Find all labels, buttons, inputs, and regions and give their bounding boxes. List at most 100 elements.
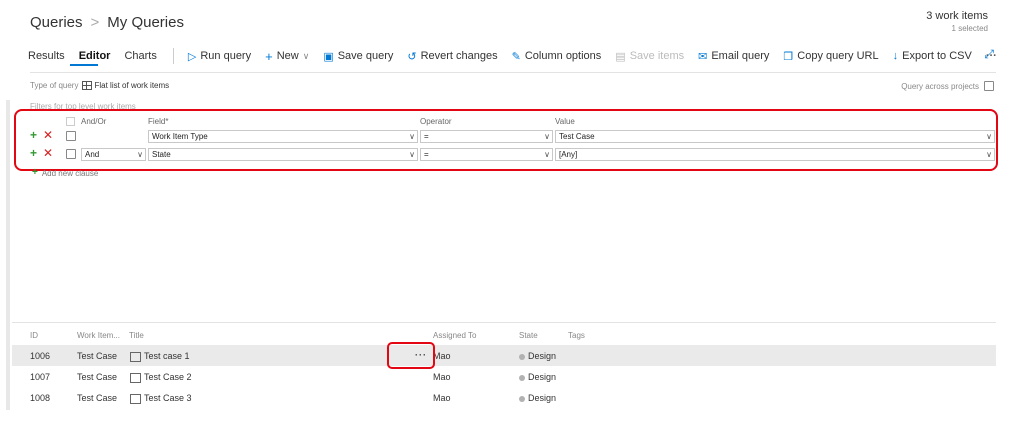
- email-query-label: Email query: [711, 50, 770, 62]
- copy-query-url-button[interactable]: ❐ Copy query URL: [783, 50, 878, 63]
- export-csv-button[interactable]: ↓ Export to CSV: [893, 50, 972, 62]
- tab-results[interactable]: Results: [28, 50, 65, 62]
- remove-clause-icon[interactable]: ✕: [43, 129, 53, 141]
- test-case-icon: [130, 393, 141, 404]
- row-title[interactable]: Test Case 3: [130, 393, 192, 404]
- breadcrumb-current[interactable]: My Queries: [107, 14, 184, 31]
- save-query-button[interactable]: ▣ Save query: [323, 50, 393, 63]
- save-query-label: Save query: [337, 50, 394, 62]
- table-row[interactable]: 1007 Test Case Test Case 2 Mao Design: [12, 366, 996, 387]
- query-type: Type of query Flat list of work items: [30, 81, 169, 90]
- tab-charts[interactable]: Charts: [124, 50, 156, 62]
- clause-2-field-value: State: [152, 150, 171, 159]
- clause-2-andor[interactable]: And ∨: [81, 148, 146, 161]
- breadcrumb-root[interactable]: Queries: [30, 14, 83, 31]
- chevron-down-icon: ∨: [302, 50, 310, 61]
- expand-icon[interactable]: ⤢: [984, 47, 994, 62]
- table-row[interactable]: 1008 Test Case Test Case 3 Mao Design: [12, 387, 996, 408]
- remove-clause-icon[interactable]: ✕: [43, 147, 53, 159]
- chevron-down-icon: ∨: [986, 132, 992, 141]
- query-type-selector[interactable]: Flat list of work items: [82, 81, 169, 90]
- query-type-label: Type of query: [30, 81, 79, 90]
- clause-2-operator[interactable]: = ∨: [420, 148, 553, 161]
- clause-2-value[interactable]: [Any] ∨: [555, 148, 995, 161]
- play-icon: ▷: [187, 50, 197, 63]
- save-items-button[interactable]: ▤ Save items: [615, 50, 684, 63]
- state-dot-icon: [519, 353, 525, 360]
- query-across-label: Query across projects: [901, 81, 979, 91]
- table-row[interactable]: 1006 Test Case Test case 1 ··· Mao Desig…: [12, 345, 996, 366]
- clause-1-field-value: Work Item Type: [152, 132, 208, 141]
- wrench-icon: ✎: [511, 50, 521, 63]
- chevron-down-icon: ∨: [409, 150, 415, 159]
- clause-2-field[interactable]: State ∨: [148, 148, 418, 161]
- export-csv-label: Export to CSV: [902, 50, 972, 62]
- col-header-type[interactable]: Work Item...: [77, 331, 120, 340]
- run-query-button[interactable]: ▷ Run query: [188, 50, 251, 63]
- active-tab-indicator: [70, 64, 98, 66]
- mail-icon: ✉: [698, 50, 708, 63]
- save-items-icon: ▤: [615, 50, 626, 63]
- left-edge-bar: [6, 100, 10, 410]
- new-button[interactable]: + New ∨: [265, 49, 309, 64]
- add-clause-icon[interactable]: +: [30, 147, 37, 159]
- row-title-text: Test case 1: [144, 351, 190, 361]
- row-type: Test Case: [77, 393, 118, 403]
- clause-1-value[interactable]: Test Case ∨: [555, 130, 995, 143]
- clause-header-operator: Operator: [420, 117, 452, 126]
- copy-url-label: Copy query URL: [797, 50, 879, 62]
- row-title-text: Test Case 2: [144, 372, 192, 382]
- row-state-text: Design: [528, 351, 557, 361]
- clause-1-field[interactable]: Work Item Type ∨: [148, 130, 418, 143]
- query-across-checkbox[interactable]: [984, 81, 994, 91]
- breadcrumb-separator: >: [90, 14, 100, 31]
- row-id: 1006: [30, 351, 51, 361]
- col-header-tags[interactable]: Tags: [568, 331, 585, 340]
- col-header-title[interactable]: Title: [129, 331, 144, 340]
- row-title[interactable]: Test case 1: [130, 351, 190, 362]
- clause-header-andor: And/Or: [81, 117, 107, 126]
- test-case-icon: [130, 372, 141, 383]
- add-new-clause-link[interactable]: + Add new clause: [32, 167, 98, 179]
- new-label: New: [276, 50, 299, 62]
- clause-2-operator-value: =: [424, 150, 429, 159]
- clause-checkbox[interactable]: [66, 131, 76, 141]
- clause-1-operator-value: =: [424, 132, 429, 141]
- email-query-button[interactable]: ✉ Email query: [698, 50, 769, 63]
- col-header-id[interactable]: ID: [30, 331, 38, 340]
- save-items-label: Save items: [629, 50, 685, 62]
- clause-header-value: Value: [555, 117, 575, 126]
- row-assigned: Mao: [433, 351, 451, 361]
- clause-checkbox[interactable]: [66, 149, 76, 159]
- row-id: 1008: [30, 393, 51, 403]
- row-title[interactable]: Test Case 2: [130, 372, 192, 383]
- add-clause-icon[interactable]: +: [30, 129, 37, 141]
- save-icon: ▣: [323, 50, 334, 63]
- chevron-down-icon: ∨: [409, 132, 415, 141]
- breadcrumb: Queries > My Queries: [30, 14, 184, 31]
- row-state-text: Design: [528, 393, 557, 403]
- undo-icon: ↺: [407, 50, 417, 63]
- results-divider: [12, 322, 996, 323]
- clause-2-andor-value: And: [85, 150, 100, 159]
- column-options-button[interactable]: ✎ Column options: [512, 50, 602, 63]
- query-type-value: Flat list of work items: [94, 81, 170, 90]
- column-options-label: Column options: [524, 50, 602, 62]
- query-across-projects[interactable]: Query across projects: [901, 81, 994, 91]
- revert-changes-button[interactable]: ↺ Revert changes: [407, 50, 497, 63]
- row-state-text: Design: [528, 372, 557, 382]
- col-header-assigned[interactable]: Assigned To: [433, 331, 476, 340]
- row-type: Test Case: [77, 372, 118, 382]
- chevron-down-icon: ∨: [544, 150, 550, 159]
- test-case-icon: [130, 351, 141, 362]
- col-header-state[interactable]: State: [519, 331, 538, 340]
- tab-editor[interactable]: Editor: [79, 50, 111, 62]
- row-state: Design: [519, 351, 556, 361]
- more-button-highlight-box: [387, 342, 435, 369]
- count-total: 3 work items: [926, 10, 988, 22]
- clause-1-operator[interactable]: = ∨: [420, 130, 553, 143]
- revert-label: Revert changes: [420, 50, 498, 62]
- row-state: Design: [519, 393, 556, 403]
- chevron-down-icon: ∨: [986, 150, 992, 159]
- row-assigned: Mao: [433, 372, 451, 382]
